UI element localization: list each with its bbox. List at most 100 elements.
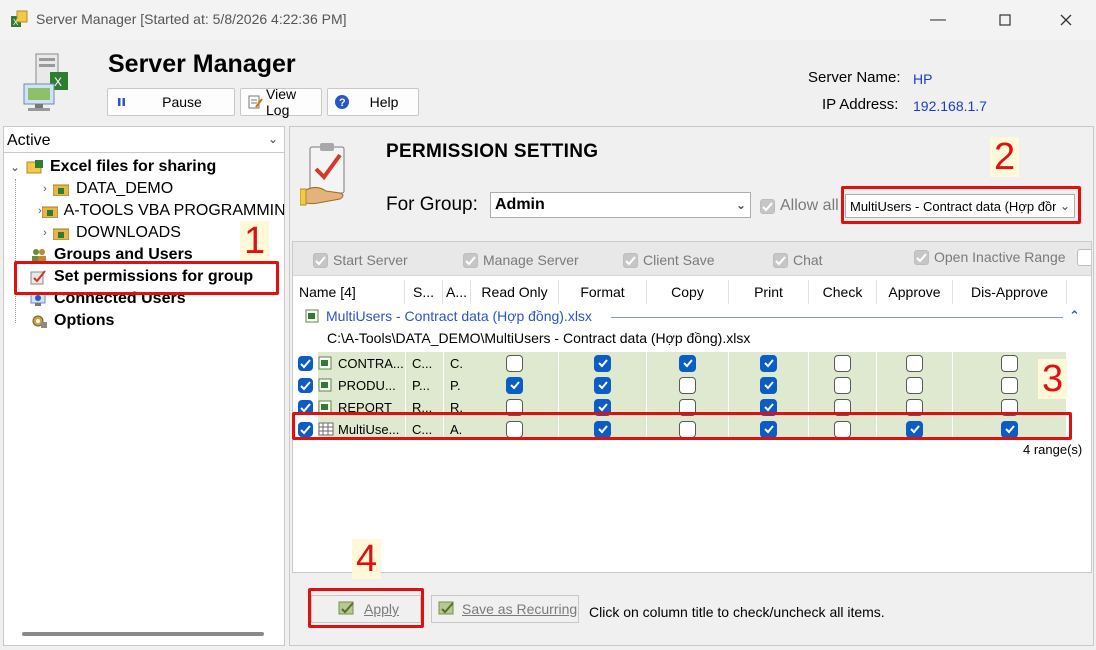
cell-approve[interactable] [877,352,953,374]
row-s-cell: P... [405,374,443,396]
column-header-format[interactable]: Format [559,280,647,304]
column-header-name[interactable]: Name [4] [293,280,405,304]
checkbox-checked-icon [298,355,313,371]
app-icon: X [11,10,28,27]
callout-box-4 [308,588,424,628]
help-label: Help [369,94,399,110]
cell-read-only[interactable] [471,352,559,374]
view-log-label: View Log [266,86,297,118]
pause-button[interactable]: Pause [107,88,235,116]
callout-number-2: 2 [990,137,1020,177]
allow-all-checkbox[interactable]: Allow all [760,197,839,215]
save-as-recurring-button[interactable]: Save as Recurring [431,595,579,623]
row-name-cell: CONTRA... [318,352,405,374]
view-log-button[interactable]: View Log [240,86,322,118]
cell-copy[interactable] [647,374,729,396]
help-button[interactable]: ? Help [327,88,419,116]
column-header-a[interactable]: A... [443,280,471,304]
perm-start-server[interactable]: Start Server [313,252,408,268]
column-header-dis-approve[interactable]: Dis-Approve [953,280,1067,304]
minimize-button[interactable]: — [915,6,961,34]
maximize-icon [999,14,1011,26]
close-button[interactable] [1043,6,1089,34]
maximize-button[interactable] [982,6,1028,34]
checkbox-unchecked-icon [906,354,923,372]
perm-next-checkbox[interactable] [1077,249,1091,266]
column-header-copy[interactable]: Copy [647,280,729,304]
tree-label: DOWNLOADS [76,224,181,241]
checkbox-checked-icon [506,376,523,394]
pause-icon [114,94,130,110]
perm-open-inactive-range[interactable]: Open Inactive Range [914,249,1066,265]
tree-item-options[interactable]: Options [8,310,284,332]
folder-icon [41,203,58,219]
horizontal-scrollbar[interactable] [22,632,264,636]
cell-format[interactable] [559,374,647,396]
cell-check[interactable] [809,374,877,396]
tree-label: Excel files for sharing [50,158,217,175]
app-title: Server Manager [108,50,296,78]
cell-print[interactable] [729,374,809,396]
table-row[interactable]: CONTRA... C... C. [293,352,1067,374]
tree-item-excel-files[interactable]: ⌄ Excel files for sharing [8,156,284,178]
checkbox-unchecked-icon [1001,376,1018,394]
tree-label: Options [54,312,115,329]
svg-text:X: X [54,75,62,89]
group-select-value: Admin [495,196,545,213]
column-header-check[interactable]: Check [809,280,877,304]
tree-folder-data-demo[interactable]: › DATA_DEMO [8,178,284,200]
row-select-checkbox[interactable] [298,352,318,374]
chevron-right-icon[interactable]: › [38,227,52,239]
collapse-chevron-icon[interactable]: ⌃ [1069,308,1080,324]
navigation-panel: Active ⌄ ⌄ Excel files for sharing › DAT… [3,126,285,646]
range-count: 4 range(s) [1023,442,1083,457]
column-header-read-only[interactable]: Read Only [471,280,559,304]
pause-label: Pause [162,94,202,110]
checkbox-unchecked-icon [679,376,696,394]
tree-label: DATA_DEMO [76,180,174,197]
recurring-icon [438,600,456,619]
cell-read-only[interactable] [471,374,559,396]
cell-print[interactable] [729,352,809,374]
perm-label: Chat [793,252,823,268]
perm-client-save[interactable]: Client Save [623,252,715,268]
shared-files-icon [26,159,44,175]
cell-approve[interactable] [877,374,953,396]
general-permissions-strip: Start Server Manage Server Client Save C… [293,242,1091,276]
svg-text:?: ? [339,97,346,109]
help-icon: ? [334,94,350,110]
column-header-s[interactable]: S... [405,280,443,304]
row-select-checkbox[interactable] [298,374,318,396]
callout-box-2 [841,186,1081,224]
chevron-down-icon: ⌄ [735,198,747,212]
status-filter-dropdown[interactable]: Active ⌄ [4,127,284,153]
chevron-right-icon[interactable]: › [38,183,52,195]
perm-chat[interactable]: Chat [773,252,823,268]
table-row[interactable]: PRODU... P... P. [293,374,1067,396]
for-group-label: For Group: [386,194,478,215]
folder-icon [52,225,70,241]
options-icon [30,313,48,329]
file-group-header[interactable]: MultiUsers - Contract data (Hợp đồng).xl… [305,308,592,324]
column-header-approve[interactable]: Approve [877,280,953,304]
tree-folder-a-tools[interactable]: › A-TOOLS VBA PROGRAMMING [8,200,284,222]
column-header-print[interactable]: Print [729,280,809,304]
excel-sheet-icon [318,378,334,392]
chevron-down-icon: ⌄ [267,132,278,146]
cell-format[interactable] [559,352,647,374]
chevron-down-icon[interactable]: ⌄ [8,161,22,174]
group-select[interactable]: Admin ⌄ [490,192,751,218]
cell-check[interactable] [809,352,877,374]
perm-label: Start Server [333,252,408,268]
permission-panel: PERMISSION SETTING For Group: Admin ⌄ Al… [289,126,1094,646]
perm-label: Manage Server [483,252,579,268]
cell-copy[interactable] [647,352,729,374]
perm-manage-server[interactable]: Manage Server [463,252,579,268]
row-a-value: P. [450,377,461,393]
checkbox-unchecked-icon [906,376,923,394]
ip-address-value: 192.168.1.7 [913,98,987,114]
row-a-value: C. [450,355,463,371]
checkbox-unchecked-icon [506,354,523,372]
checkbox-checked-disabled-icon [914,249,929,265]
checkbox-checked-icon [594,354,611,372]
